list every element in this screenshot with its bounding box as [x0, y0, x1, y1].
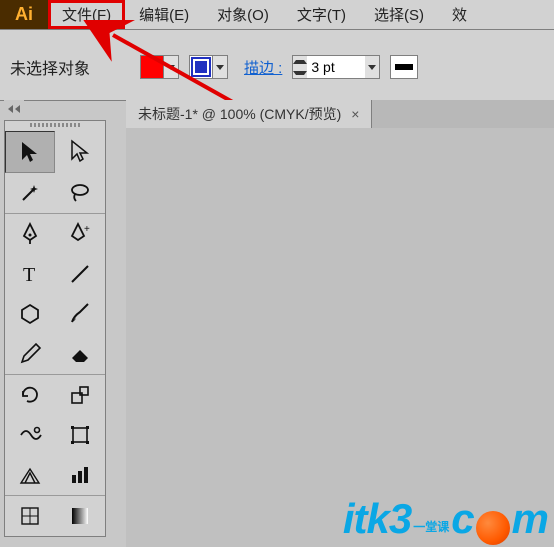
lasso-tool[interactable] — [55, 173, 105, 213]
watermark-text-2: c — [451, 495, 473, 543]
watermark: itk3 一堂课 c m — [343, 495, 548, 543]
warp-tool[interactable] — [5, 415, 55, 455]
document-tab[interactable]: 未标题-1* @ 100% (CMYK/预览) × — [126, 100, 372, 128]
svg-text:+: + — [84, 224, 90, 235]
document-tabbar: 未标题-1* @ 100% (CMYK/预览) × — [126, 100, 554, 129]
illustrator-window: Ai 文件(F) 编辑(E) 对象(O) 文字(T) 选择(S) 效 未选择对象… — [0, 0, 554, 547]
paintbrush-tool[interactable] — [55, 294, 105, 334]
chevron-double-left-icon — [7, 100, 21, 118]
stroke-color-blue[interactable] — [190, 56, 213, 78]
stroke-weight-field[interactable] — [292, 55, 380, 79]
free-transform-tool[interactable] — [55, 415, 105, 455]
stroke-weight-input[interactable] — [307, 59, 365, 75]
shape-tool[interactable] — [5, 294, 55, 334]
menu-select[interactable]: 选择(S) — [360, 0, 438, 29]
pencil-tool[interactable] — [5, 334, 55, 374]
document-canvas[interactable] — [126, 128, 554, 547]
stroke-label[interactable]: 描边 : — [244, 57, 282, 78]
fill-swatch[interactable] — [140, 55, 179, 79]
perspective-grid-tool[interactable] — [5, 455, 55, 495]
watermark-dot-icon — [476, 511, 510, 545]
menu-effect[interactable]: 效 — [438, 0, 481, 29]
selection-status-label: 未选择对象 — [10, 55, 90, 79]
stroke-weight-spinner[interactable] — [293, 56, 307, 78]
menu-object[interactable]: 对象(O) — [203, 0, 283, 29]
watermark-text-3: m — [512, 495, 548, 543]
eraser-tool[interactable] — [55, 334, 105, 374]
tools-grip[interactable] — [5, 123, 105, 131]
watermark-text-1: itk3 — [343, 495, 411, 543]
close-icon[interactable]: × — [351, 106, 359, 122]
stroke-weight-dropdown[interactable] — [365, 56, 379, 78]
menu-type[interactable]: 文字(T) — [283, 0, 360, 29]
line-tool[interactable] — [55, 254, 105, 294]
app-icon: Ai — [0, 0, 48, 29]
gradient-tool[interactable] — [55, 496, 105, 536]
menu-edit[interactable]: 编辑(E) — [125, 0, 203, 29]
selection-tool[interactable] — [5, 131, 55, 173]
menu-file[interactable]: 文件(F) — [48, 0, 125, 29]
mesh-tool[interactable] — [5, 496, 55, 536]
fill-color-red[interactable] — [141, 56, 164, 78]
rotate-tool[interactable] — [5, 375, 55, 415]
svg-text:T: T — [23, 264, 35, 286]
fill-dropdown[interactable] — [164, 56, 178, 78]
type-tool[interactable]: T — [5, 254, 55, 294]
tools-panel: + T — [4, 120, 106, 537]
column-graph-tool[interactable] — [55, 455, 105, 495]
direct-selection-tool[interactable] — [55, 131, 105, 171]
scale-tool[interactable] — [55, 375, 105, 415]
stroke-dropdown[interactable] — [213, 56, 227, 78]
add-anchor-tool[interactable]: + — [55, 214, 105, 254]
options-bar: 未选择对象 描边 : — [0, 30, 554, 101]
document-tab-title: 未标题-1* @ 100% (CMYK/预览) — [138, 104, 341, 124]
panel-collapse-toggle[interactable] — [4, 100, 24, 118]
stroke-swatch[interactable] — [189, 55, 228, 79]
magic-wand-tool[interactable] — [5, 173, 55, 213]
stroke-style-swatch[interactable] — [390, 55, 418, 79]
menubar: Ai 文件(F) 编辑(E) 对象(O) 文字(T) 选择(S) 效 — [0, 0, 554, 30]
watermark-cn: 一堂课 — [413, 518, 449, 535]
pen-tool[interactable] — [5, 214, 55, 254]
